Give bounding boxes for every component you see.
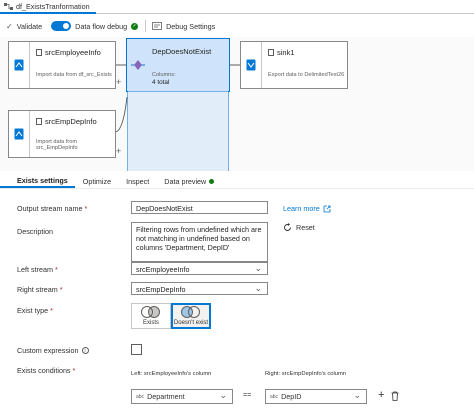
validate-label: Validate bbox=[16, 21, 43, 31]
dataflow-icon bbox=[4, 2, 13, 10]
dataflow-canvas[interactable]: srcEmployeeInfo Import data from df_src_… bbox=[0, 37, 474, 171]
left-stream-label: Left stream * bbox=[17, 265, 58, 274]
source-node-employee[interactable]: srcEmployeeInfo Import data from df_src_… bbox=[8, 41, 121, 89]
add-condition-button[interactable]: + bbox=[378, 389, 384, 401]
left-column-select[interactable]: abc Department bbox=[131, 389, 233, 404]
exists-columns-value: 4 total bbox=[152, 79, 170, 86]
source-node-sidebar bbox=[9, 42, 30, 88]
source-node-title: srcEmployeeInfo bbox=[45, 48, 101, 57]
delete-condition-icon[interactable] bbox=[391, 391, 399, 401]
exists-node-title: DepDoesNotExist bbox=[152, 47, 212, 56]
toolbar: ✓ Validate Data flow debug ✓ Debug Setti… bbox=[0, 16, 474, 36]
operator-label: == bbox=[243, 392, 252, 399]
tab-optimize[interactable]: Optimize bbox=[75, 175, 118, 188]
checkmark-icon: ✓ bbox=[6, 21, 13, 31]
doesnt-exist-option-label: Doesn't exist bbox=[173, 320, 209, 326]
reset-button[interactable]: Reset bbox=[283, 223, 315, 232]
right-column-select[interactable]: abc DepID bbox=[265, 389, 367, 404]
external-link-icon bbox=[323, 205, 331, 212]
debug-settings-icon bbox=[152, 22, 163, 30]
source2-node-sidebar bbox=[9, 111, 30, 157]
sink-type-icon bbox=[268, 49, 274, 56]
sink-node[interactable]: sink1 Export data to DelimitedText26 bbox=[240, 41, 348, 89]
info-icon: i bbox=[81, 347, 89, 354]
right-stream-label: Right stream * bbox=[17, 285, 63, 294]
exists-columns-label: Columns: bbox=[152, 72, 176, 78]
tab-optimize-label: Optimize bbox=[82, 177, 112, 186]
left-column-value: Department bbox=[147, 392, 185, 401]
add-transform-button-2[interactable]: + bbox=[116, 146, 121, 156]
preview-status-dot bbox=[209, 179, 215, 184]
left-stream-select[interactable]: srcEmployeeInfo bbox=[131, 262, 268, 275]
exists-node[interactable]: DepDoesNotExist Columns: 4 total bbox=[126, 38, 230, 92]
debug-settings-button[interactable]: Debug Settings bbox=[152, 22, 215, 31]
exists-option-label: Exists bbox=[142, 320, 159, 326]
description-textarea[interactable]: Filtering rows from undefined which are … bbox=[131, 222, 268, 262]
right-column-header: Right: srcEmpDepInfo's column bbox=[265, 371, 347, 377]
validate-button[interactable]: ✓ Validate bbox=[6, 22, 42, 31]
exists-venn-icon bbox=[141, 306, 161, 318]
right-column-value: DepID bbox=[281, 392, 302, 401]
exists-option[interactable]: Exists bbox=[131, 303, 171, 329]
add-transform-button[interactable]: + bbox=[116, 77, 121, 87]
tab-exists-settings-label: Exists settings bbox=[17, 176, 68, 185]
document-tab-strip: df_ExistsTranformation bbox=[0, 0, 474, 14]
sink-icon bbox=[246, 59, 256, 71]
toolbar-divider bbox=[145, 20, 147, 32]
source-type-icon bbox=[36, 49, 42, 56]
sink-node-sidebar bbox=[241, 42, 262, 88]
exists-conditions-label: Exists conditions * bbox=[17, 366, 76, 375]
source2-type-icon bbox=[36, 118, 42, 125]
exist-type-label: Exist type * bbox=[17, 306, 53, 315]
output-stream-label: Output stream name * bbox=[17, 204, 88, 213]
source2-node-title: srcEmpDepInfo bbox=[45, 117, 97, 126]
custom-expression-checkbox[interactable] bbox=[131, 344, 142, 355]
settings-tabs: Exists settings Optimize Inspect Data pr… bbox=[0, 175, 474, 189]
doesnt-exist-option[interactable]: Doesn't exist bbox=[171, 303, 211, 329]
tab-data-preview-label: Data preview bbox=[164, 177, 207, 186]
source2-node-desc-2: src_EmpDepInfo bbox=[36, 145, 78, 151]
string-type-icon-2: abc bbox=[270, 393, 279, 400]
string-type-icon: abc bbox=[136, 393, 145, 400]
reset-icon bbox=[284, 223, 291, 231]
debug-toggle-group: Data flow debug ✓ bbox=[51, 21, 139, 31]
source2-icon bbox=[14, 128, 24, 140]
exists-selection-column bbox=[127, 91, 229, 171]
description-label: Description bbox=[17, 227, 53, 236]
right-stream-select[interactable]: srcEmpDepInfo bbox=[131, 282, 268, 295]
debug-label: Data flow debug bbox=[75, 21, 128, 31]
sink-node-desc: Export data to DelimitedText26 bbox=[268, 72, 345, 78]
source-node-desc: Import data from df_src_Exists bbox=[36, 72, 112, 78]
source-icon bbox=[14, 59, 24, 71]
tab-inspect[interactable]: Inspect bbox=[118, 175, 156, 188]
debug-settings-label: Debug Settings bbox=[166, 21, 216, 31]
tab-inspect-label: Inspect bbox=[126, 177, 150, 186]
not-exists-venn-icon bbox=[181, 306, 201, 318]
output-stream-input[interactable]: DepDoesNotExist bbox=[131, 201, 268, 214]
custom-expression-label: Custom expression i bbox=[17, 346, 89, 355]
debug-status-icon: ✓ bbox=[131, 22, 139, 30]
left-column-header: Left: srcEmployeeInfo's column bbox=[131, 371, 212, 377]
sink-node-title: sink1 bbox=[277, 48, 295, 57]
tab-exists-settings[interactable]: Exists settings bbox=[0, 175, 75, 188]
learn-more-label: Learn more bbox=[283, 204, 320, 213]
tab-data-preview[interactable]: Data preview bbox=[156, 175, 221, 188]
reset-label: Reset bbox=[296, 223, 315, 232]
dataflow-tab-title: df_ExistsTranformation bbox=[16, 1, 90, 11]
source-node-empdep[interactable]: srcEmpDepInfo Import data from src_EmpDe… bbox=[8, 110, 121, 158]
dataflow-tab[interactable]: df_ExistsTranformation bbox=[0, 0, 96, 14]
exists-icon bbox=[131, 60, 145, 70]
learn-more-link[interactable]: Learn more bbox=[283, 204, 331, 213]
debug-toggle[interactable] bbox=[51, 21, 72, 31]
